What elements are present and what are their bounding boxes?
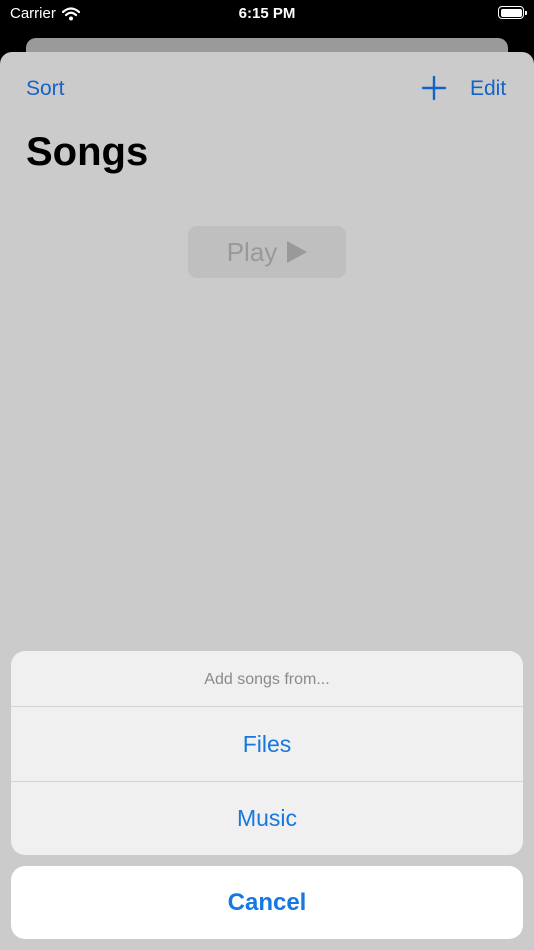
battery-icon [498, 6, 527, 19]
play-icon [287, 241, 308, 263]
music-option[interactable]: Music [11, 781, 523, 855]
files-option[interactable]: Files [11, 707, 523, 781]
play-button-label: Play [226, 236, 278, 267]
status-time: 6:15 PM [238, 5, 296, 22]
status-bar: Carrier 6:15 PM [0, 0, 534, 40]
play-button[interactable]: Play [188, 226, 346, 278]
action-sheet-title: Add songs from... [11, 651, 523, 707]
add-songs-action-sheet: Add songs from... Files Music [11, 651, 523, 855]
edit-button[interactable]: Edit [470, 77, 506, 101]
sort-button[interactable]: Sort [26, 77, 65, 101]
cancel-button[interactable]: Cancel [11, 866, 523, 939]
page-title: Songs [26, 130, 149, 174]
add-button-plus-icon[interactable] [420, 74, 448, 102]
